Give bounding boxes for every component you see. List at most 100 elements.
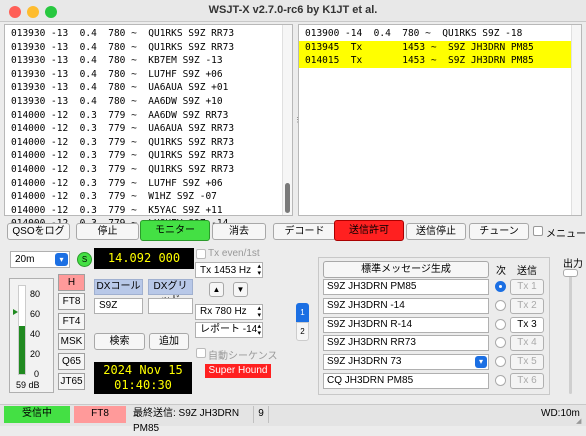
tab-1[interactable]: 1 <box>296 303 309 322</box>
band-activity-list: 013930 -13 0.4 780 ~ QU1RKS S9Z RR73 0139… <box>5 25 292 231</box>
band-value: 20m <box>15 254 35 265</box>
mode-button-jt65[interactable]: JT65 <box>58 373 85 390</box>
spin-arrows-icon[interactable]: ▴ ▾ <box>257 305 261 319</box>
tx1-message-field[interactable]: S9Z JH3DRN PM85 <box>323 279 489 295</box>
stop-button[interactable]: 停止 <box>76 223 139 240</box>
rx-decode-line[interactable]: 013900 -14 0.4 780 ~ QU1RKS S9Z -18 <box>299 27 581 41</box>
dx-grid-input[interactable] <box>148 298 193 314</box>
generate-std-msgs-button[interactable]: 標準メッセージ生成 <box>323 261 489 278</box>
decode-line[interactable]: 013930 -13 0.4 780 ~ QU1RKS S9Z RR73 <box>5 41 292 55</box>
band-select[interactable]: 20m ▾ <box>10 251 70 268</box>
tx5-radio[interactable] <box>495 356 506 367</box>
power-slider-track[interactable] <box>569 272 572 394</box>
meter-tick: 0 <box>34 369 40 379</box>
decode-button[interactable]: デコード <box>273 223 336 240</box>
dial-frequency-display: 14.092 000 <box>94 248 194 269</box>
resize-grip-icon: ◢ <box>576 418 582 425</box>
tx6-button[interactable]: Tx 6 <box>510 373 544 389</box>
tx-even-label: Tx even/1st <box>208 248 260 259</box>
tx6-message-field[interactable]: CQ JH3DRN PM85 <box>323 373 489 389</box>
rx-frequency-value: Rx 780 Hz <box>200 306 247 317</box>
scroll-thumb[interactable] <box>285 183 290 213</box>
status-s-badge: S <box>77 252 92 267</box>
mode-button-q65[interactable]: Q65 <box>58 353 85 370</box>
rx-frequency-spinbox[interactable]: Rx 780 Hz ▴ ▾ <box>195 304 263 320</box>
decode-line[interactable]: 014000 -12 0.3 779 ~ QU1RKS S9Z RR73 <box>5 163 292 177</box>
decode-line[interactable]: 013930 -13 0.4 780 ~ AA6DW S9Z +10 <box>5 95 292 109</box>
auto-seq-label: 自動シーケンス <box>208 351 278 362</box>
tx1-radio[interactable] <box>495 281 506 292</box>
tx-frequency-value: Tx 1453 Hz <box>200 265 252 276</box>
tx6-radio[interactable] <box>495 375 506 386</box>
dx-grid-label: DXグリッド <box>148 279 193 306</box>
erase-button[interactable]: 消去 <box>212 223 266 240</box>
enable-tx-button[interactable]: 送信許可 <box>334 220 404 241</box>
rx-frequency-scrollbar[interactable] <box>571 25 581 215</box>
tx3-message-field[interactable]: S9Z JH3DRN R-14 <box>323 317 489 333</box>
tab-2[interactable]: 2 <box>296 322 309 341</box>
utc-clock: 2024 Nov 15 01:40:30 <box>94 362 192 394</box>
decode-line[interactable]: 013930 -13 0.4 780 ~ UA6AUA S9Z +01 <box>5 81 292 95</box>
spin-arrows-icon[interactable]: ▴ ▾ <box>257 323 261 337</box>
tx1-button[interactable]: Tx 1 <box>510 279 544 295</box>
arrow-up-button[interactable]: ▲ <box>209 282 224 297</box>
report-spinbox[interactable]: レポート -14 ▴ ▾ <box>195 322 263 338</box>
dx-call-input[interactable]: S9Z <box>94 298 143 314</box>
rx-decode-line[interactable]: 014015 Tx 1453 ~ S9Z JH3DRN PM85 <box>299 54 581 68</box>
mode-button-h[interactable]: H <box>58 274 85 291</box>
tx5-message-select[interactable]: S9Z JH3DRN 73 ▾ <box>323 354 489 370</box>
tx3-button[interactable]: Tx 3 <box>510 317 544 333</box>
mode-button-msk[interactable]: MSK <box>58 333 85 350</box>
band-activity-scrollbar[interactable] <box>282 25 292 215</box>
tune-button[interactable]: チューン <box>469 223 529 240</box>
decode-line[interactable]: 013930 -13 0.4 780 ~ QU1RKS S9Z RR73 <box>5 27 292 41</box>
decode-line[interactable]: 014000 -12 0.3 779 ~ W1HZ S9Z -07 <box>5 190 292 204</box>
decode-line[interactable]: 014000 -12 0.3 779 ~ LU7HF S9Z +06 <box>5 177 292 191</box>
lookup-button[interactable]: 検索 <box>94 333 145 350</box>
log-qso-button[interactable]: QSOをログ <box>7 223 70 240</box>
dx-call-label: DXコール <box>94 279 143 295</box>
monitor-button[interactable]: モニター <box>140 220 210 241</box>
mode-button-ft4[interactable]: FT4 <box>58 313 85 330</box>
add-button[interactable]: 追加 <box>149 333 189 350</box>
tx5-message-value: S9Z JH3DRN 73 <box>327 356 402 367</box>
tx5-button[interactable]: Tx 5 <box>510 354 544 370</box>
menus-label: メニュー <box>546 229 586 240</box>
decode-line[interactable]: 013930 -13 0.4 780 ~ KB7EM S9Z -13 <box>5 54 292 68</box>
decode-line[interactable]: 014000 -12 0.3 779 ~ K5YAC S9Z +11 <box>5 204 292 218</box>
band-activity-pane[interactable]: 013930 -13 0.4 780 ~ QU1RKS S9Z RR73 0139… <box>4 24 293 229</box>
tx4-button[interactable]: Tx 4 <box>510 335 544 351</box>
menus-checkbox[interactable] <box>533 226 543 236</box>
auto-seq-checkbox[interactable] <box>196 348 206 358</box>
power-slider-handle[interactable] <box>563 269 578 277</box>
window-title: WSJT-X v2.7.0-rc6 by K1JT et al. <box>208 4 378 16</box>
tx-even-checkbox[interactable] <box>196 249 206 259</box>
mode-button-ft8[interactable]: FT8 <box>58 293 85 310</box>
arrow-down-button[interactable]: ▼ <box>233 282 248 297</box>
decode-line[interactable]: 014000 -12 0.3 779 ~ QU1RKS S9Z RR73 <box>5 149 292 163</box>
tx2-message-field[interactable]: S9Z JH3DRN -14 <box>323 298 489 314</box>
decode-line[interactable]: 014000 -12 0.3 779 ~ AA6DW S9Z RR73 <box>5 109 292 123</box>
tx4-message-field[interactable]: S9Z JH3DRN RR73 <box>323 335 489 351</box>
rx-frequency-pane[interactable]: 013900 -14 0.4 780 ~ QU1RKS S9Z -18 01394… <box>298 24 582 216</box>
report-value: レポート -14 <box>200 324 258 335</box>
next-label: 次 <box>496 266 506 277</box>
halt-tx-button[interactable]: 送信停止 <box>406 223 466 240</box>
utc-date: 2024 Nov 15 <box>103 363 183 377</box>
meter-fill <box>19 325 25 374</box>
spin-arrows-icon[interactable]: ▴ ▾ <box>257 263 261 277</box>
super-hound-badge: Super Hound <box>205 364 271 378</box>
title-bar: WSJT-X v2.7.0-rc6 by K1JT et al. <box>0 0 586 22</box>
decode-line[interactable]: 013930 -13 0.4 780 ~ LU7HF S9Z +06 <box>5 68 292 82</box>
decode-line[interactable]: 014000 -12 0.3 779 ~ QU1RKS S9Z RR73 <box>5 136 292 150</box>
decode-line[interactable]: 014000 -12 0.3 779 ~ UA6AUA S9Z RR73 <box>5 122 292 136</box>
rx-frequency-list: 013900 -14 0.4 780 ~ QU1RKS S9Z -18 01394… <box>299 25 581 68</box>
utc-time: 01:40:30 <box>114 378 172 392</box>
tx-frequency-spinbox[interactable]: Tx 1453 Hz ▴ ▾ <box>195 262 263 278</box>
tx4-radio[interactable] <box>495 337 506 348</box>
tx2-button[interactable]: Tx 2 <box>510 298 544 314</box>
tx2-radio[interactable] <box>495 300 506 311</box>
status-mode: FT8 <box>74 406 126 423</box>
rx-decode-line[interactable]: 013945 Tx 1453 ~ S9Z JH3DRN PM85 <box>299 40 581 55</box>
tx3-radio[interactable] <box>495 319 506 330</box>
